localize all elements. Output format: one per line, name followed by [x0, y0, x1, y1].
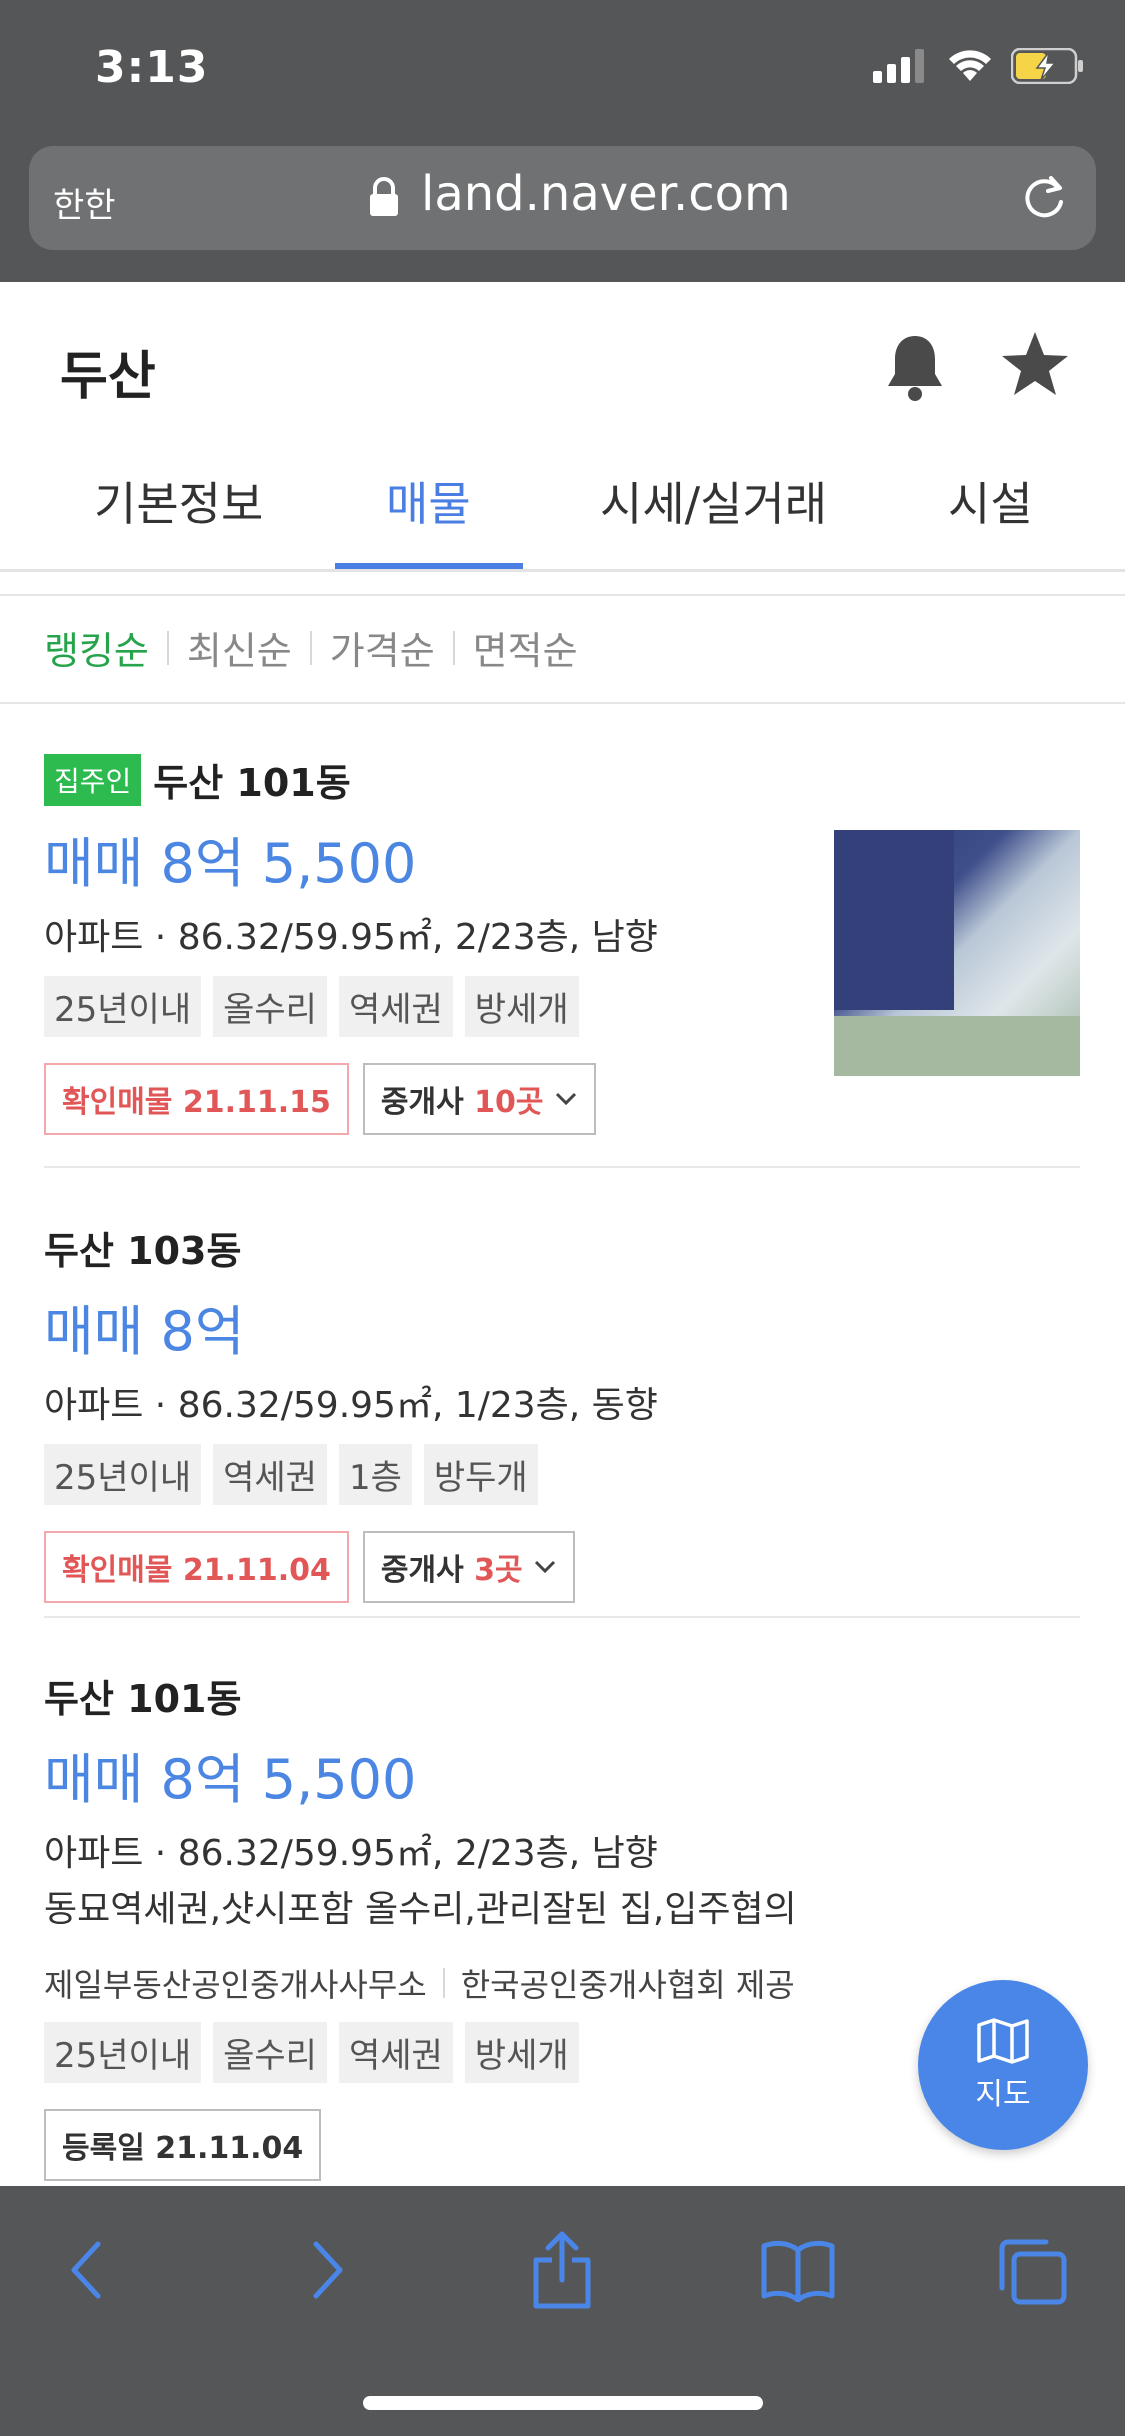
listing-divider	[44, 1616, 1080, 1618]
agent-separator	[442, 1968, 445, 1998]
active-tab-indicator	[335, 563, 523, 569]
sort-separator	[166, 630, 169, 665]
page-header: 두산	[0, 282, 1125, 442]
listing-tag: 25년이내	[44, 1444, 202, 1505]
sort-area[interactable]: 면적순	[473, 620, 578, 675]
listing-tag: 역세권	[338, 976, 453, 1037]
chevron-down-icon	[555, 1092, 576, 1106]
map-button-label: 지도	[975, 2077, 1031, 2112]
listing-tag: 역세권	[213, 1444, 327, 1505]
listing-spec: 아파트 · 86.32/59.95㎡, 1/23층, 동향	[44, 1385, 658, 1426]
sort-divider	[0, 702, 1125, 704]
listing-tag: 25년이내	[44, 976, 202, 1037]
listing-title-row: 두산 103동	[44, 1220, 1080, 1275]
bookmarks-icon[interactable]	[760, 2238, 836, 2302]
text-size-button[interactable]: 한한	[53, 178, 116, 227]
wifi-icon	[949, 50, 991, 81]
share-icon[interactable]	[530, 2230, 594, 2310]
listing-tag: 25년이내	[44, 2022, 202, 2083]
sort-separator	[452, 630, 455, 665]
status-time: 3:13	[95, 42, 209, 93]
tab-basic-info[interactable]: 기본정보	[94, 468, 263, 534]
agent-name: 제일부동산공인중개사사무소	[44, 1966, 427, 2004]
listing-item[interactable]: 두산 101동 매매 8억 5,500 아파트 · 86.32/59.95㎡, …	[44, 1668, 1080, 2181]
reload-icon[interactable]	[1018, 172, 1070, 224]
listing-price: 매매 8억 5,500	[44, 1748, 417, 1811]
listing-name: 두산 101동	[44, 1677, 242, 1721]
listing-tag: 역세권	[338, 2022, 453, 2083]
registered-date-badge: 등록일 21.11.04	[44, 2109, 322, 2181]
sort-latest[interactable]: 최신순	[187, 620, 292, 675]
listing-divider	[44, 1166, 1080, 1168]
listing-actions: 확인매물 21.11.04 중개사 3곳	[44, 1531, 1080, 1603]
sort-ranking[interactable]: 랭킹순	[44, 620, 149, 675]
listing-spec: 아파트 · 86.32/59.95㎡, 2/23층, 남향	[44, 1833, 658, 1874]
listing-tag: 방두개	[423, 1444, 538, 1505]
broker-label: 중개사	[380, 1553, 475, 1588]
status-icons	[873, 48, 1085, 84]
tabs-icon[interactable]	[996, 2238, 1068, 2306]
verified-listing-badge: 확인매물 21.11.04	[44, 1531, 349, 1603]
listing-tag: 올수리	[213, 976, 327, 1037]
listing-description: 동묘역세권,샷시포함 올수리,관리잘된 집,입주협의	[44, 1889, 797, 1930]
listing-tag: 방세개	[464, 976, 579, 1037]
listing-tag: 1층	[338, 1444, 412, 1505]
map-icon	[977, 2018, 1029, 2064]
chevron-down-icon	[534, 1560, 555, 1574]
broker-count: 3곳	[474, 1553, 523, 1588]
listing-actions: 등록일 21.11.04	[44, 2109, 1080, 2181]
listing-title-row: 집주인 두산 101동	[44, 752, 1080, 807]
sort-price[interactable]: 가격순	[330, 620, 435, 675]
battery-charging-icon	[1011, 48, 1083, 84]
lock-icon	[370, 177, 398, 216]
photo-window	[834, 830, 954, 1010]
signal-icon	[873, 49, 924, 83]
agent-line: 제일부동산공인중개사사무소 한국공인중개사협회 제공	[44, 1960, 1080, 2006]
tab-facilities[interactable]: 시설	[948, 468, 1033, 534]
listing-photo[interactable]	[834, 830, 1080, 1076]
listing-tags: 25년이내 역세권 1층 방두개	[44, 1444, 1080, 1505]
verified-listing-badge: 확인매물 21.11.15	[44, 1063, 349, 1135]
listing-name: 두산 103동	[44, 1229, 242, 1273]
listing-tag: 방세개	[464, 2022, 579, 2083]
map-button[interactable]: 지도	[918, 1980, 1088, 2150]
url-text[interactable]: land.naver.com	[421, 166, 791, 222]
broker-count-button[interactable]: 중개사 3곳	[362, 1531, 575, 1603]
back-icon[interactable]	[64, 2238, 108, 2302]
tab-listings[interactable]: 매물	[386, 468, 471, 534]
star-icon[interactable]	[1000, 330, 1070, 398]
broker-label: 중개사	[380, 1085, 475, 1120]
home-indicator[interactable]	[363, 2396, 763, 2410]
page-title: 두산	[60, 347, 156, 407]
address-bar[interactable]: 한한 land.naver.com	[29, 146, 1096, 250]
browser-chrome-top: 3:13 한한 land.naver.com	[0, 0, 1125, 282]
tab-price-transactions[interactable]: 시세/실거래	[600, 468, 827, 534]
sort-separator	[309, 630, 312, 665]
data-provider: 한국공인중개사협회 제공	[460, 1966, 795, 2004]
listing-name: 두산 101동	[153, 761, 351, 805]
sort-options: 랭킹순 최신순 가격순 면적순	[44, 620, 578, 675]
listing-item[interactable]: 두산 103동 매매 8억 아파트 · 86.32/59.95㎡, 1/23층,…	[44, 1220, 1080, 1603]
broker-count: 10곳	[474, 1085, 544, 1120]
tab-bar: 기본정보 매물 시세/실거래 시설	[0, 442, 1125, 572]
broker-count-button[interactable]: 중개사 10곳	[362, 1063, 596, 1135]
listing-price: 매매 8억	[44, 1300, 245, 1363]
listing-tag: 올수리	[213, 2022, 327, 2083]
section-divider	[0, 572, 1125, 596]
owner-badge: 집주인	[44, 753, 142, 806]
bell-icon[interactable]	[884, 332, 946, 404]
listing-title-row: 두산 101동	[44, 1668, 1080, 1723]
forward-icon[interactable]	[306, 2238, 350, 2302]
photo-floor	[834, 1016, 1080, 1076]
